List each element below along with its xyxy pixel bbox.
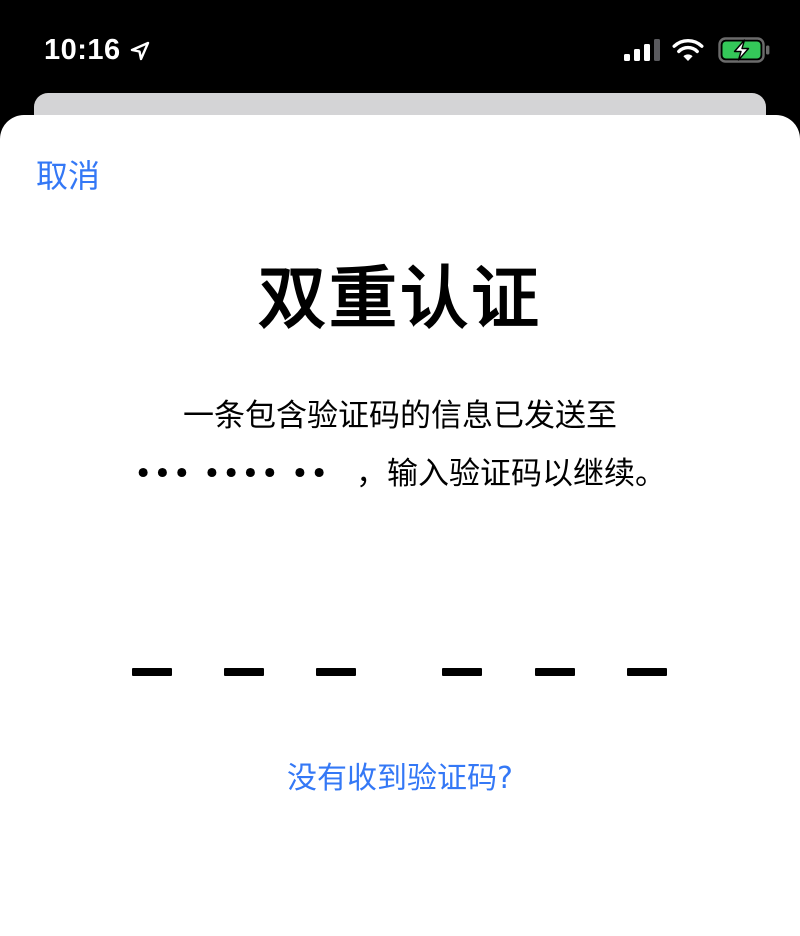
code-digit-slot-1[interactable] bbox=[132, 668, 172, 676]
didnt-receive-code-link[interactable]: 没有收到验证码? bbox=[0, 757, 800, 801]
code-digit-slot-2[interactable] bbox=[224, 668, 264, 676]
code-digit-slot-4[interactable] bbox=[442, 668, 482, 676]
cancel-button[interactable]: 取消 bbox=[36, 156, 100, 196]
status-icons bbox=[624, 34, 770, 66]
status-bar: 10:16 bbox=[0, 0, 800, 95]
page-title: 双重认证 bbox=[257, 260, 542, 339]
message-line-2-suffix: ，输入验证码以继续。 bbox=[356, 456, 666, 492]
verification-sheet: 取消 双重认证 一条包含验证码的信息已发送至 ••• •••• •• ，输入验证码… bbox=[0, 115, 800, 936]
status-time-group: 10:16 bbox=[44, 30, 150, 70]
message-line-2: ••• •••• •• ，输入验证码以继续。 bbox=[0, 445, 800, 503]
cellular-signal-icon bbox=[624, 39, 660, 61]
code-digit-slot-6[interactable] bbox=[627, 668, 667, 676]
status-time: 10:16 bbox=[44, 33, 121, 66]
masked-phone-number: ••• •••• •• bbox=[134, 456, 330, 492]
verification-message: 一条包含验证码的信息已发送至 ••• •••• •• ，输入验证码以继续。 bbox=[0, 387, 800, 503]
battery-charging-icon bbox=[718, 37, 770, 63]
message-line-1: 一条包含验证码的信息已发送至 bbox=[183, 398, 617, 434]
wifi-icon bbox=[672, 39, 704, 61]
location-icon bbox=[130, 41, 149, 61]
code-digit-slot-3[interactable] bbox=[316, 668, 356, 676]
code-digit-slot-5[interactable] bbox=[535, 668, 575, 676]
verification-code-input[interactable] bbox=[0, 660, 800, 690]
